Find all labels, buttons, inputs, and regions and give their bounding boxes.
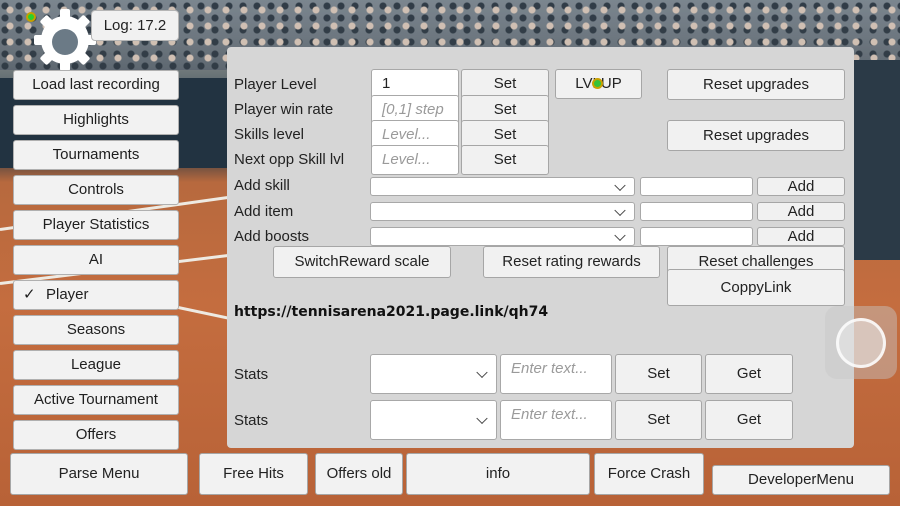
next-opp-skill-set-button[interactable]: Set <box>461 145 549 175</box>
next-opp-skill-input[interactable]: Level... <box>371 145 459 175</box>
virtual-joystick[interactable] <box>825 306 897 379</box>
info-button[interactable]: info <box>406 453 590 495</box>
sidebar-item-ai[interactable]: AI <box>13 245 179 275</box>
sidebar-item-label: Player Statistics <box>42 216 150 233</box>
sidebar-item-league[interactable]: League <box>13 350 179 380</box>
stats-label-1: Stats <box>234 366 269 383</box>
add-boosts-dropdown[interactable] <box>370 227 635 246</box>
add-skill-label: Add skill <box>234 177 290 194</box>
player-win-rate-label: Player win rate <box>234 101 334 118</box>
skills-level-label: Skills level <box>234 126 305 143</box>
sidebar-item-label: Active Tournament <box>34 391 158 408</box>
sidebar-item-label: League <box>70 356 122 373</box>
reset-upgrades-button-2[interactable]: Reset upgrades <box>667 120 845 151</box>
log-version-label: Log: 17.2 <box>91 10 179 41</box>
sidebar-item-label: Seasons <box>66 321 126 338</box>
checkmark-icon: ✓ <box>23 286 36 303</box>
chevron-down-icon <box>476 366 488 379</box>
status-dot-icon <box>26 12 36 22</box>
sidebar-item-label: Controls <box>68 181 124 198</box>
joystick-knob-icon[interactable] <box>836 318 886 368</box>
sidebar-item-label: Player <box>46 286 89 303</box>
sidebar-item-load-last-recording[interactable]: Load last recording <box>13 70 179 100</box>
sidebar-item-tournaments[interactable]: Tournaments <box>13 140 179 170</box>
add-item-button[interactable]: Add <box>757 202 845 221</box>
add-skill-input[interactable] <box>640 177 753 196</box>
player-level-label: Player Level <box>234 76 317 93</box>
settings-gear-icon[interactable] <box>30 5 100 75</box>
sidebar-item-seasons[interactable]: Seasons <box>13 315 179 345</box>
add-boosts-input[interactable] <box>640 227 753 246</box>
sidebar-item-controls[interactable]: Controls <box>13 175 179 205</box>
add-item-dropdown[interactable] <box>370 202 635 221</box>
sidebar-item-label: Load last recording <box>32 76 160 93</box>
sidebar-item-label: Highlights <box>63 111 129 128</box>
sidebar-item-highlights[interactable]: Highlights <box>13 105 179 135</box>
sidebar-item-label: Offers <box>75 426 117 443</box>
sidebar-item-label: Tournaments <box>52 146 140 163</box>
sidebar-item-label: AI <box>88 251 104 268</box>
add-skill-dropdown[interactable] <box>370 177 635 196</box>
chevron-down-icon <box>614 204 626 216</box>
add-item-input[interactable] <box>640 202 753 221</box>
stats-input-1[interactable]: Enter text... <box>500 354 612 394</box>
force-crash-button[interactable]: Force Crash <box>594 453 704 495</box>
sidebar-item-offers[interactable]: Offers <box>13 420 179 450</box>
stats-dropdown-2[interactable] <box>370 400 497 440</box>
stats-get-button-2[interactable]: Get <box>705 400 793 440</box>
add-boosts-button[interactable]: Add <box>757 227 845 246</box>
offers-old-button[interactable]: Offers old <box>315 453 403 495</box>
add-skill-button[interactable]: Add <box>757 177 845 196</box>
stats-label-2: Stats <box>234 412 269 429</box>
chevron-down-icon <box>614 229 626 241</box>
free-hits-button[interactable]: Free Hits <box>199 453 308 495</box>
reset-upgrades-button[interactable]: Reset upgrades <box>667 69 845 100</box>
parse-menu-button[interactable]: Parse Menu <box>10 453 188 495</box>
developer-menu-button[interactable]: DeveloperMenu <box>712 465 890 495</box>
chevron-down-icon <box>614 179 626 191</box>
stats-get-button-1[interactable]: Get <box>705 354 793 394</box>
copy-link-button[interactable]: CoppyLink <box>667 269 845 306</box>
next-opp-skill-label: Next opp Skill lvl <box>234 151 345 168</box>
reset-rating-rewards-button[interactable]: Reset rating rewards <box>483 246 660 278</box>
stats-set-button-2[interactable]: Set <box>615 400 702 440</box>
stats-set-button-1[interactable]: Set <box>615 354 702 394</box>
stats-dropdown-1[interactable] <box>370 354 497 394</box>
share-link-text: https://tennisarena2021.page.link/qh74 <box>234 304 549 320</box>
chevron-down-icon <box>476 412 488 425</box>
sidebar-item-player-statistics[interactable]: Player Statistics <box>13 210 179 240</box>
add-item-label: Add item <box>234 203 294 220</box>
indicator-dot-icon <box>592 78 603 89</box>
stats-input-2[interactable]: Enter text... <box>500 400 612 440</box>
sidebar-item-player[interactable]: ✓ Player <box>13 280 179 310</box>
add-boosts-label: Add boosts <box>234 228 310 245</box>
sidebar-item-active-tournament[interactable]: Active Tournament <box>13 385 179 415</box>
switch-reward-scale-button[interactable]: SwitchReward scale <box>273 246 451 278</box>
